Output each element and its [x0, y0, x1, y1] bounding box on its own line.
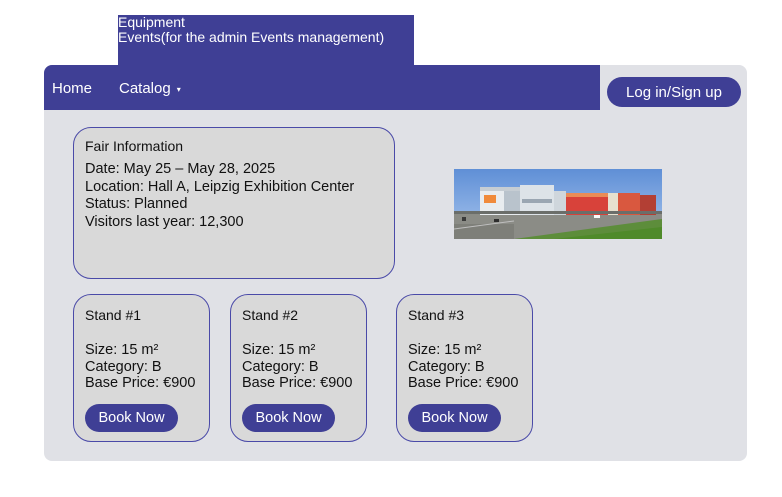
book-now-button[interactable]: Book Now	[85, 404, 178, 432]
app-container: Home Catalog ▾ Log in/Sign up Fair Inform…	[44, 65, 747, 461]
stand-size: Size: 15 m²	[85, 342, 159, 358]
stand-title: Stand #3	[408, 307, 465, 323]
stand-size: Size: 15 m²	[408, 342, 482, 358]
stand-category: Category: B	[242, 358, 319, 375]
stand-base-price: Base Price: €900	[408, 375, 519, 391]
stand-card: Stand #2 Size: 15 m² Category: B Base Pr…	[230, 294, 367, 442]
fair-status: Status: Planned	[85, 196, 188, 212]
nav-home-link[interactable]: Home	[52, 80, 92, 97]
stand-card: Stand #3 Size: 15 m² Category: B Base Pr…	[396, 294, 533, 442]
stand-category: Category: B	[85, 358, 162, 375]
dropdown-item-equipment[interactable]: Equipment	[118, 15, 414, 30]
stand-base-price: Base Price: €900	[242, 375, 353, 391]
book-now-button[interactable]: Book Now	[408, 404, 501, 432]
exhibition-center-photo	[454, 169, 662, 239]
fair-visitors: Visitors last year: 12,300	[85, 213, 244, 230]
stand-title: Stand #2	[242, 307, 299, 323]
fair-location: Location: Hall A, Leipzig Exhibition Cen…	[85, 178, 355, 195]
stand-base-price: Base Price: €900	[85, 375, 196, 391]
page: Equipment Events(for the admin Events ma…	[0, 0, 782, 497]
stand-card: Stand #1 Size: 15 m² Category: B Base Pr…	[73, 294, 210, 442]
fair-date: Date: May 25 – May 28, 2025	[85, 161, 276, 177]
navbar: Home Catalog ▾	[44, 65, 600, 110]
stand-size: Size: 15 m²	[242, 342, 316, 358]
fair-info-title: Fair Information	[85, 138, 184, 154]
nav-catalog-dropdown[interactable]: Catalog ▾	[119, 80, 181, 97]
fair-information-card: Fair Information Date: May 25 – May 28, …	[73, 127, 395, 279]
dropdown-item-events[interactable]: Events(for the admin Events management)	[118, 30, 414, 45]
stand-category: Category: B	[408, 358, 485, 375]
login-signup-button[interactable]: Log in/Sign up	[607, 77, 741, 107]
catalog-dropdown-menu: Equipment Events(for the admin Events ma…	[118, 15, 414, 65]
nav-catalog-label: Catalog	[119, 80, 171, 97]
stand-title: Stand #1	[85, 307, 142, 323]
chevron-down-icon: ▾	[176, 84, 181, 94]
book-now-button[interactable]: Book Now	[242, 404, 335, 432]
